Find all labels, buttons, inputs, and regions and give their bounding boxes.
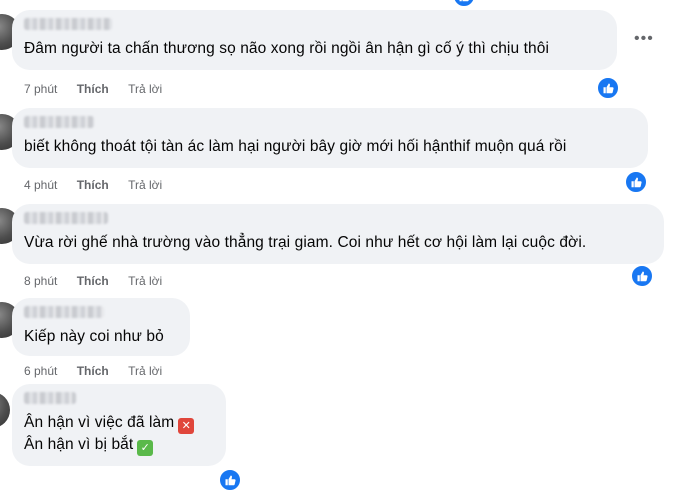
reply-button[interactable]: Trả lời [128,178,162,192]
like-button[interactable]: Thích [77,274,109,288]
like-button[interactable]: Thích [77,178,109,192]
comment-line-2: Ân hận vì bị bắt [24,436,134,453]
cross-mark-icon: ✕ [178,418,195,434]
comment-line-1: Ân hận vì việc đã làm [24,414,175,431]
comment-bubble: biết không thoát tội tàn ác làm hại ngườ… [12,108,648,168]
like-reaction-icon[interactable] [624,170,648,194]
comment-text: Đâm người ta chấn thương sọ não xong rồi… [24,40,549,57]
comment-text-line-1: Ân hận vì việc đã làm ✕ [24,412,214,434]
check-mark-icon: ✓ [137,440,154,456]
comment-text: Kiếp này coi như bỏ [24,328,164,345]
comment-bubble: Ân hận vì việc đã làm ✕ Ân hận vì bị bắt ✓ [12,384,226,466]
comment-time[interactable]: 4 phút [24,178,57,192]
like-reaction-icon[interactable] [596,76,620,100]
comment-time[interactable]: 8 phút [24,274,57,288]
comment-actions: 8 phút Thích Trả lời [24,274,178,288]
comment-text: biết không thoát tội tàn ác làm hại ngườ… [24,138,567,155]
commenter-name-blurred[interactable] [24,116,94,128]
comment-time[interactable]: 6 phút [24,364,57,378]
commenter-name-blurred[interactable] [24,18,112,30]
comment-actions: 4 phút Thích Trả lời [24,178,178,192]
like-button[interactable]: Thích [77,82,109,96]
comment-text-line-2: Ân hận vì bị bắt ✓ [24,434,214,456]
avatar[interactable] [0,392,10,428]
comment-bubble: Đâm người ta chấn thương sọ não xong rồi… [12,10,617,70]
more-options-icon[interactable]: ••• [634,31,654,47]
comment-time[interactable]: 7 phút [24,82,57,96]
commenter-name-blurred[interactable] [24,392,76,404]
reply-button[interactable]: Trả lời [128,274,162,288]
like-reaction-icon [452,0,476,8]
commenter-name-blurred[interactable] [24,306,104,318]
like-reaction-icon[interactable] [218,468,242,492]
reply-button[interactable]: Trả lời [128,82,162,96]
comment-bubble: Vừa rời ghế nhà trường vào thẳng trại gi… [12,204,664,264]
comment-text: Vừa rời ghế nhà trường vào thẳng trại gi… [24,234,587,251]
like-button[interactable]: Thích [77,364,109,378]
comment-bubble: Kiếp này coi như bỏ [12,298,190,356]
commenter-name-blurred[interactable] [24,212,108,224]
comment-actions: 6 phút Thích Trả lời [24,364,178,378]
like-reaction-icon[interactable] [630,264,654,288]
reply-button[interactable]: Trả lời [128,364,162,378]
comment-actions: 7 phút Thích Trả lời [24,82,178,96]
